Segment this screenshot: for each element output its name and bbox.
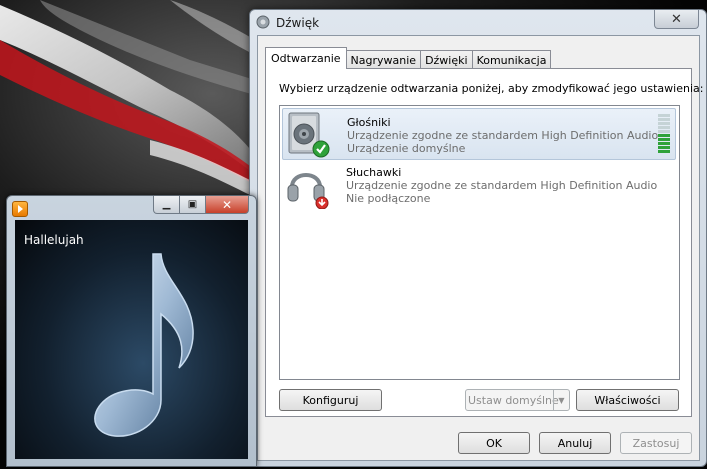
volume-level-meter [658,114,670,154]
close-icon: ✕ [221,197,233,212]
dialog-client-area: Odtwarzanie Nagrywanie Dźwięki Komunikac… [257,35,703,461]
instruction-text: Wybierz urządzenie odtwarzania poniżej, … [279,82,704,95]
dialog-title: Dźwięk [276,16,320,30]
track-title: Hallelujah [24,233,84,247]
maximize-icon: ▣ [187,199,198,210]
cancel-button[interactable]: Anuluj [539,432,611,454]
tab-playback[interactable]: Odtwarzanie [265,47,347,69]
device-name: Słuchawki [346,166,402,179]
media-player-window: ▁ ▣ ✕ Hallelujah [6,195,257,467]
minimize-icon: ▁ [162,199,171,210]
properties-button[interactable]: Właściwości [576,389,679,411]
level-bar [658,118,670,121]
level-bar [658,142,670,145]
ok-button[interactable]: OK [458,432,530,454]
device-description: Urządzenie zgodne ze standardem High Def… [347,129,659,142]
music-note-icon [94,253,194,437]
level-bar [658,146,670,149]
level-bar [658,126,670,129]
close-icon: ✕ [671,11,682,27]
device-status: Urządzenie domyślne [347,142,466,155]
media-player-app-icon [12,201,28,217]
now-playing-area[interactable]: Hallelujah [15,220,248,459]
sound-dialog-window: Dźwięk ✕ Odtwarzanie Nagrywanie Dźwięki … [249,9,707,467]
speaker-icon [288,112,330,158]
level-bar [658,134,670,137]
playback-device-list[interactable]: Głośniki Urządzenie zgodne ze standardem… [279,105,680,380]
device-status: Nie podłączone [346,192,431,205]
window-caption-buttons: ▁ ▣ ✕ [153,196,249,214]
apply-button[interactable]: Zastosuj [620,432,692,454]
dialog-close-button[interactable]: ✕ [654,10,699,29]
device-name: Głośniki [347,116,391,129]
device-row-headphones[interactable]: Słuchawki Urządzenie zgodne ze standarde… [282,159,674,209]
minimize-button[interactable]: ▁ [153,196,180,214]
close-button[interactable]: ✕ [205,196,249,214]
set-default-split-button[interactable]: Ustaw domyślne ▼ [465,389,570,411]
chevron-down-icon[interactable]: ▼ [553,390,569,410]
tab-communications[interactable]: Komunikacja [471,50,552,69]
level-bar [658,150,670,153]
level-bar [658,130,670,133]
level-bar [658,138,670,141]
headphones-icon [287,173,329,209]
device-row-speakers[interactable]: Głośniki Urządzenie zgodne ze standardem… [282,108,676,160]
tab-recording[interactable]: Nagrywanie [345,50,422,69]
tab-sounds[interactable]: Dźwięki [420,50,473,69]
tab-strip: Odtwarzanie Nagrywanie Dźwięki Komunikac… [265,47,552,69]
playback-tab-panel: Wybierz urządzenie odtwarzania poniżej, … [265,68,703,417]
device-description: Urządzenie zgodne ze standardem High Def… [346,179,658,192]
level-bar [658,114,670,117]
level-bar [658,122,670,125]
configure-button[interactable]: Konfiguruj [279,389,382,411]
maximize-button[interactable]: ▣ [179,196,206,214]
set-default-label: Ustaw domyślne [468,393,559,407]
sound-app-icon [256,15,270,29]
